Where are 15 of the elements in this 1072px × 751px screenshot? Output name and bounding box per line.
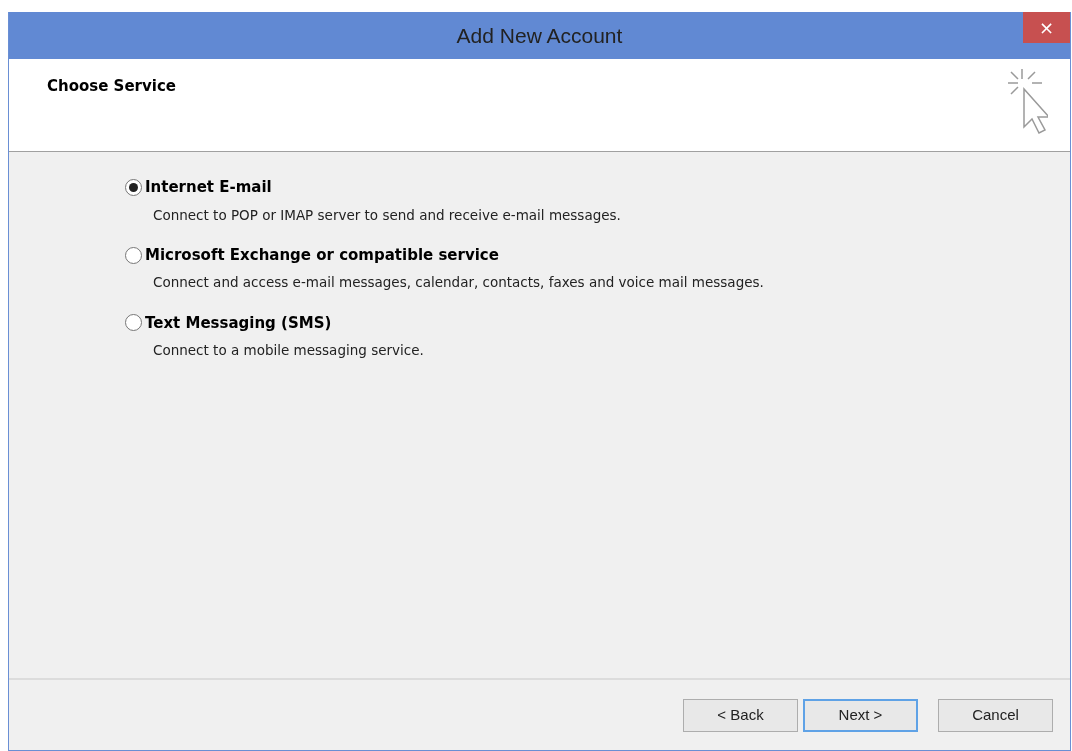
option-description: Connect and access e-mail messages, calendar, contacts, faxes and voice mail messages.	[153, 273, 765, 293]
page-title: Choose Service	[47, 76, 176, 97]
option-description: Connect to a mobile messaging service.	[153, 341, 425, 360]
option-label[interactable]: Internet E-mail	[145, 176, 272, 199]
dialog-button[interactable]: Next >	[803, 698, 918, 732]
dialog-button[interactable]: < Back	[683, 698, 798, 732]
option-description: Connect to POP or IMAP server to send and receive e-mail messages.	[153, 205, 622, 225]
close-button[interactable]: ×	[1023, 12, 1070, 43]
radio-button[interactable]	[125, 246, 142, 264]
option-label[interactable]: Text Messaging (SMS)	[145, 311, 332, 334]
dialog-button[interactable]: Cancel	[938, 698, 1053, 732]
window-title: Add New Account	[456, 22, 623, 49]
radio-button[interactable]	[125, 178, 142, 196]
option-label[interactable]: Microsoft Exchange or compatible service	[145, 243, 499, 267]
radio-button[interactable]	[125, 314, 142, 332]
